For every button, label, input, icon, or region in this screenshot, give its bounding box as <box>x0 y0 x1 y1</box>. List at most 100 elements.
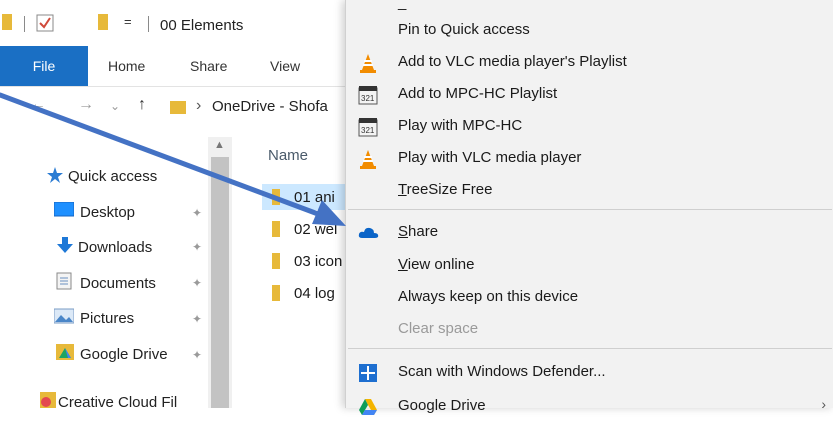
nav-item-creative-cloud[interactable]: Creative Cloud Fil <box>40 392 177 408</box>
nav-item-label: Documents <box>80 274 156 292</box>
menu-item-label: Add to MPC-HC Playlist <box>398 85 558 102</box>
nav-item-desktop[interactable]: Desktop <box>53 201 136 222</box>
menu-item-google-drive[interactable]: Google Drive › <box>346 390 833 422</box>
back-arrow-icon[interactable]: ← <box>30 96 46 114</box>
menu-item-label: Play with VLC media player <box>398 149 582 166</box>
star-icon <box>46 166 64 187</box>
nav-item-google-drive[interactable]: Google Drive <box>56 344 168 364</box>
pin-icon[interactable]: ✦ <box>192 312 202 326</box>
folder-icon <box>2 14 12 35</box>
file-name: 01 ani <box>294 188 335 206</box>
menu-item-label: Scan with Windows Defender... <box>398 363 606 380</box>
tab-home[interactable]: Home <box>108 58 145 74</box>
file-name: 03 icon <box>294 252 343 270</box>
file-row[interactable]: 03 icon <box>262 248 350 274</box>
menu-item-label: Clear space <box>398 320 479 337</box>
creative-cloud-icon <box>40 392 56 408</box>
tab-view[interactable]: View <box>270 58 300 74</box>
file-name: 02 wel <box>294 220 338 238</box>
folder-icon <box>272 253 280 269</box>
partial-menu-item: _ <box>398 0 407 11</box>
menu-item-pin-to-quick-access[interactable]: Pin to Quick access <box>346 14 833 46</box>
toolbar-divider <box>24 16 25 32</box>
menu-item-view-online[interactable]: View online <box>346 249 833 281</box>
pin-icon[interactable]: ✦ <box>192 240 202 254</box>
properties-check-icon[interactable] <box>36 14 54 37</box>
menu-item-play-with-vlc[interactable]: Play with VLC media player <box>346 142 833 174</box>
nav-item-pictures[interactable]: Pictures <box>53 308 135 328</box>
mpc-hc-icon: 321 <box>358 117 378 137</box>
nav-item-label: Pictures <box>80 309 135 327</box>
pictures-icon <box>53 308 75 328</box>
title-bar: = 00 Elements <box>0 0 350 40</box>
column-header-name[interactable]: Name <box>268 147 308 164</box>
toolbar-divider <box>148 16 149 32</box>
menu-item-add-to-vlc-playlist[interactable]: Add to VLC media player's Playlist <box>346 46 833 78</box>
menu-item-treesize-free[interactable]: TreeSize Free <box>346 174 833 206</box>
recent-locations-chevron-icon[interactable]: ⌄ <box>110 99 120 113</box>
address-path[interactable]: OneDrive - Shofa <box>212 98 328 115</box>
documents-icon <box>56 272 72 294</box>
menu-item-label: Always keep on this device <box>398 288 579 305</box>
folder-icon <box>272 221 280 237</box>
menu-item-label: Share <box>398 223 439 240</box>
file-row[interactable]: 01 ani <box>262 184 350 210</box>
customize-toolbar-dropdown[interactable]: = <box>124 14 132 29</box>
vlc-cone-icon <box>358 149 378 169</box>
file-name: 04 log <box>294 284 335 302</box>
menu-item-play-with-mpc-hc[interactable]: 321 Play with MPC-HC <box>346 110 833 142</box>
menu-item-label: Add to VLC media player's Playlist <box>398 53 627 70</box>
menu-item-label: Google Drive <box>398 397 486 414</box>
folder-icon <box>272 189 280 205</box>
menu-item-add-to-mpc-hc-playlist[interactable]: 321 Add to MPC-HC Playlist <box>346 78 833 110</box>
menu-item-label: View online <box>398 256 475 273</box>
windows-defender-icon <box>358 363 378 383</box>
menu-separator <box>348 348 832 349</box>
tab-file[interactable]: File <box>0 46 88 86</box>
nav-pane-scrollbar[interactable]: ▲ <box>208 137 232 408</box>
nav-item-label: Downloads <box>78 238 153 256</box>
forward-arrow-icon[interactable]: → <box>78 96 94 114</box>
mpc-hc-icon: 321 <box>358 85 378 105</box>
google-drive-icon <box>358 397 378 417</box>
google-drive-icon <box>56 344 74 364</box>
nav-item-label: Quick access <box>68 168 158 185</box>
pin-icon[interactable]: ✦ <box>192 206 202 220</box>
ribbon: File Home Share View <box>0 46 350 87</box>
menu-item-scan-with-windows-defender[interactable]: Scan with Windows Defender... <box>346 356 833 388</box>
submenu-chevron-icon: › <box>821 396 826 412</box>
nav-item-label: Desktop <box>80 203 136 221</box>
tab-share[interactable]: Share <box>190 58 227 74</box>
new-folder-icon[interactable] <box>98 14 108 35</box>
up-arrow-icon[interactable]: ↑ <box>138 96 146 114</box>
onedrive-cloud-icon <box>358 223 379 243</box>
address-bar: ← → ⌄ ↑ › OneDrive - Shofa <box>0 92 350 124</box>
breadcrumb-chevron-icon[interactable]: › <box>196 97 201 115</box>
svg-text:321: 321 <box>361 94 375 103</box>
menu-item-always-keep-on-device[interactable]: Always keep on this device <box>346 281 833 313</box>
menu-item-label: Play with MPC-HC <box>398 117 523 134</box>
menu-item-share[interactable]: Share <box>346 216 833 248</box>
vlc-cone-icon <box>358 53 378 73</box>
folder-icon <box>170 101 186 114</box>
pin-icon[interactable]: ✦ <box>192 348 202 362</box>
navigation-pane: Quick access Desktop ✦ Downloads ✦ Docum… <box>0 140 230 408</box>
menu-separator <box>348 209 832 210</box>
file-list: Name 01 ani 02 wel 03 icon 04 log <box>240 137 350 408</box>
nav-item-quick-access[interactable]: Quick access <box>46 166 157 187</box>
nav-item-label: Creative Cloud Fil <box>58 393 178 409</box>
window-title: 00 Elements <box>160 17 244 34</box>
file-row[interactable]: 04 log <box>262 280 350 306</box>
file-row[interactable]: 02 wel <box>262 216 350 242</box>
folder-icon <box>272 285 280 301</box>
menu-item-label: TreeSize Free <box>398 181 493 198</box>
download-arrow-icon <box>56 236 74 258</box>
nav-item-downloads[interactable]: Downloads <box>56 236 152 258</box>
file-explorer-window: = 00 Elements File Home Share View ← → ⌄… <box>0 0 350 408</box>
scroll-thumb[interactable] <box>211 157 229 408</box>
svg-text:321: 321 <box>361 126 375 135</box>
pin-icon[interactable]: ✦ <box>192 276 202 290</box>
scroll-up-arrow-icon[interactable]: ▲ <box>214 139 225 151</box>
nav-item-documents[interactable]: Documents <box>56 272 156 294</box>
menu-item-label: Pin to Quick access <box>398 21 530 38</box>
